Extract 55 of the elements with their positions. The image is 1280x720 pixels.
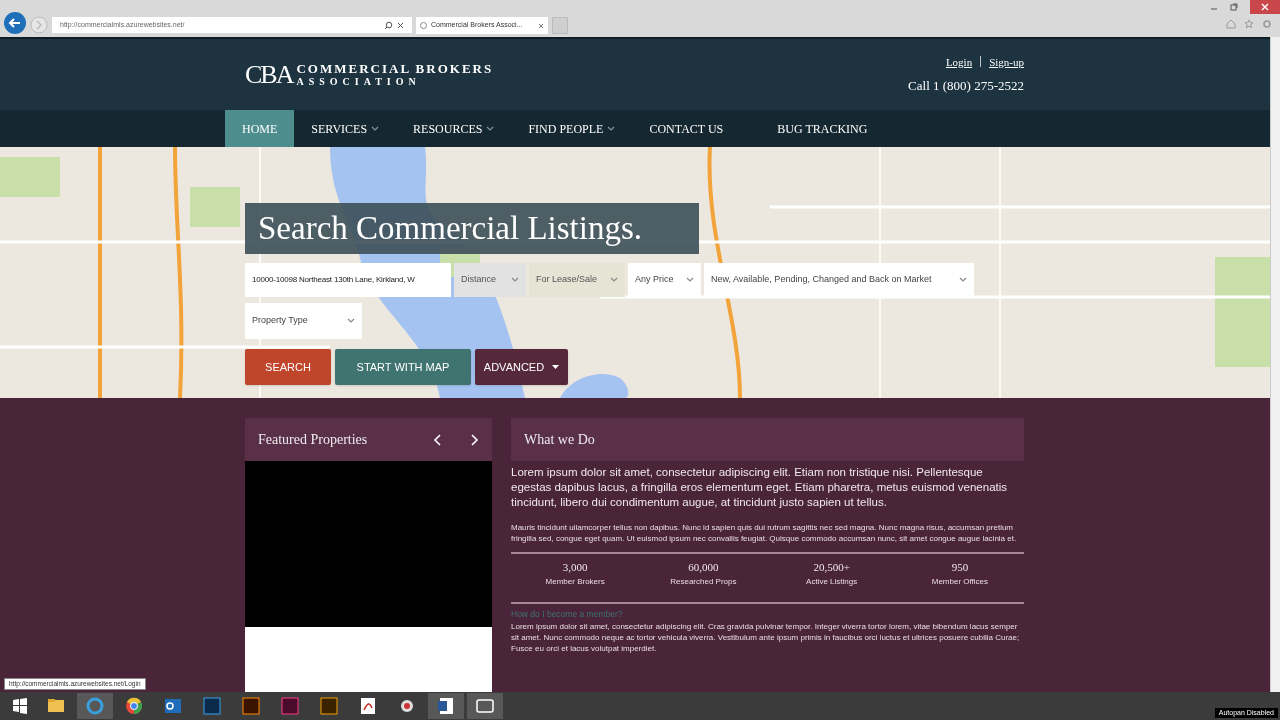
stat-label: Member Offices <box>931 575 989 588</box>
previous-icon[interactable] <box>433 433 443 446</box>
stat-value: 60,000 <box>688 560 719 575</box>
stat-value: 950 <box>951 560 969 575</box>
close-button[interactable] <box>1250 0 1280 14</box>
nav-item[interactable]: FIND PEOPLE <box>511 110 633 147</box>
search-heading: Search Commercial Listings. <box>245 203 699 254</box>
back-button[interactable] <box>4 12 26 34</box>
map-button[interactable]: START WITH MAP <box>335 349 471 385</box>
caret-icon <box>959 277 967 283</box>
caret-icon <box>511 277 519 283</box>
search-button[interactable]: SEARCH <box>245 349 331 385</box>
caret-icon <box>686 277 694 283</box>
select-field[interactable]: For Lease/Sale <box>529 263 625 297</box>
answer-paragraph: Lorem ipsum dolor sit amet, consectetur adipiscing elit. Cras gravida pulvinar tempor. Integer viverra tortor lorem, vitae bibendum lacus semper sit amet. Nunc commodo neque ac tortor vehicula viverra. Vestibulum ante ipsum primis in faucibus orci luctus et ultrices posuere cubilia Curae; Fusce eu orci et lacus volutpat imperdiet. <box>511 620 1021 654</box>
nav-item[interactable]: RESOURCES <box>396 110 512 147</box>
stat-value: 3,000 <box>562 560 588 575</box>
caret-icon <box>552 364 560 370</box>
nav-item[interactable]: SERVICES <box>294 110 397 147</box>
star-icon[interactable] <box>1244 19 1254 29</box>
page-icon <box>420 22 427 29</box>
body-paragraph: Mauris tincidunt ullamcorper tellus non dapibus. Nunc id sapien quis dui rutrum sagittis nec sed magna. Nunc magna risus, accumsan pretium fringilla sed, congue eget quam. Ut euismod ipsum nec convallis feugiat. Quisque commodo accumsan nunc, sit amet congue augue lacinia et. <box>511 522 1018 544</box>
stat-label: Researched Props <box>670 575 737 588</box>
close-icon[interactable] <box>538 22 544 29</box>
select-field[interactable]: Any Price <box>628 263 701 297</box>
select-field[interactable]: New, Available, Pending, Changed and Back on Market <box>704 263 974 297</box>
stat-label: Member Brokers <box>545 575 605 588</box>
scrollbar[interactable] <box>1270 37 1280 692</box>
logo-subtitle: ASSOCIATION <box>296 77 422 87</box>
next-icon[interactable] <box>469 433 479 446</box>
taskbar-window-icon[interactable] <box>467 693 503 719</box>
header-link[interactable]: Login <box>945 53 973 70</box>
header-link[interactable]: Sign-up <box>989 53 1024 70</box>
panel-title: What we Do <box>524 431 595 449</box>
nav-item[interactable]: HOME <box>225 110 295 147</box>
advanced-button[interactable]: ADVANCED <box>475 349 568 385</box>
stat-value: 20,500+ <box>813 560 850 575</box>
close-icon[interactable] <box>397 21 404 29</box>
question-heading: How do I become a member? <box>511 608 624 621</box>
caret-icon <box>347 318 355 324</box>
nav-item[interactable]: BUG TRACKING <box>760 110 885 147</box>
taskbar-document-icon[interactable] <box>428 693 464 719</box>
select-field[interactable]: Distance <box>454 263 526 297</box>
select-field[interactable]: Property Type <box>245 303 362 339</box>
restore-icon[interactable] <box>1230 3 1238 11</box>
address-field[interactable]: 10000-10098 Northeast 130th Lane, Kirkland, W <box>245 263 451 297</box>
phone-number: Call 1 (800) 275-2522 <box>908 77 1024 95</box>
caret-icon <box>610 277 618 283</box>
lead-paragraph: Lorem ipsum dolor sit amet, consectetur adipiscing elit. Etiam non tristique nisi. Pellentesque egestas dapibus lacus, a fringilla eros elementum eget. Etiam pharetra, metus euismod venenatis tincidunt, libero dui condimentum augue, at tincidunt justo sapien ut tellus. <box>511 465 1009 510</box>
stat-label: Active Listings <box>806 575 858 588</box>
nav-item[interactable]: CONTACT US <box>632 110 741 147</box>
search-icon[interactable] <box>384 20 393 30</box>
panel-title: Featured Properties <box>258 431 369 449</box>
logo-title: COMMERCIAL BROKERS <box>296 62 494 75</box>
logo-mark[interactable]: CBA <box>245 55 293 94</box>
